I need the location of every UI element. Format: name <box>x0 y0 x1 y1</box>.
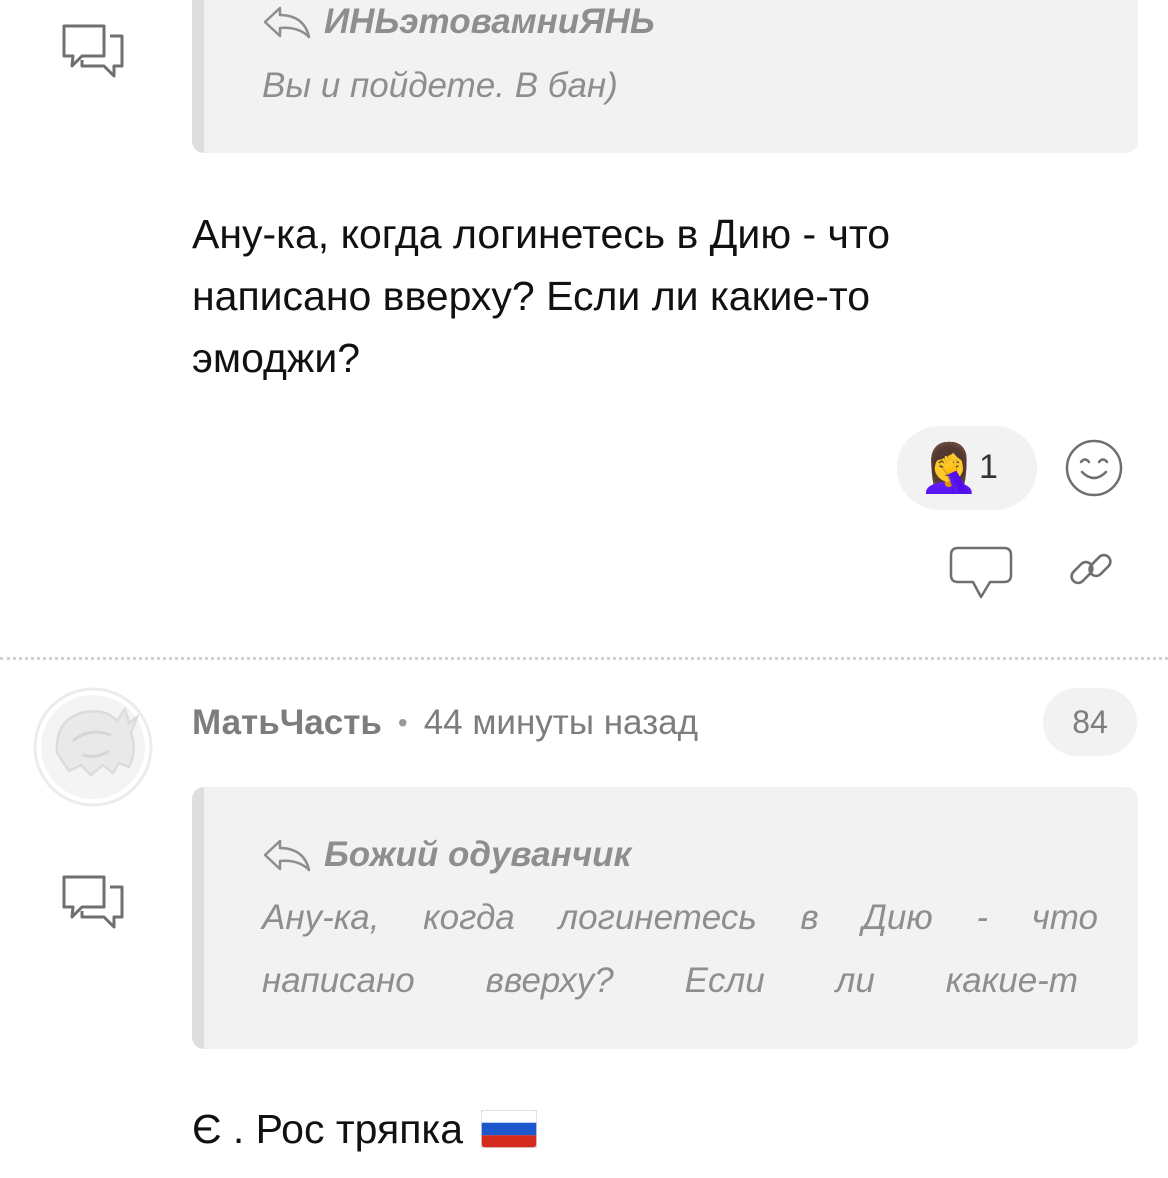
thread-bubbles-icon[interactable] <box>60 873 126 931</box>
quote-word: написано <box>262 961 415 1000</box>
comment-text: Є . Рос тряпка <box>192 1106 464 1152</box>
author-name[interactable]: МатьЧасть <box>192 700 382 746</box>
quote-word: вверху? <box>485 961 614 1000</box>
link-icon[interactable] <box>1066 544 1116 594</box>
comment-bubble-icon[interactable] <box>948 545 1014 601</box>
reply-arrow-icon <box>263 839 311 872</box>
quote-word: что <box>1031 898 1098 937</box>
quoted-comment[interactable]: Божий одуванчик Ану-ка, когда логинетесь… <box>192 787 1138 1049</box>
timestamp[interactable]: 44 минуты назад <box>424 700 698 746</box>
quote-word: Если <box>684 961 765 1000</box>
quote-word: когда <box>423 898 515 937</box>
ghost-avatar[interactable] <box>33 687 153 807</box>
meta-separator: • <box>397 707 408 738</box>
thread-bubbles-icon[interactable] <box>60 22 126 80</box>
comment-header: МатьЧасть • 44 минуты назад <box>192 700 698 746</box>
russia-flag-icon <box>481 1110 538 1148</box>
rating-badge[interactable]: 84 <box>1043 688 1137 756</box>
reply-arrow-icon <box>263 6 311 39</box>
facepalm-emoji: 🤦‍♀️ <box>919 440 979 496</box>
comment-body: Ану-ка, когда логинетесь в Дию - что нап… <box>192 203 890 389</box>
quoted-comment[interactable]: ИНЬэтовамниЯНЬ Вы и пойдете. В бан) <box>192 0 1138 153</box>
comment-line: эмоджи? <box>192 335 361 381</box>
quote-author: ИНЬэтовамниЯНЬ <box>262 2 655 42</box>
quote-word: - <box>976 898 988 937</box>
quote-word: Дию <box>862 898 933 937</box>
quote-text: Вы и пойдете. В бан) <box>262 66 618 105</box>
comment-line: Ану-ка, когда логинетесь в Дию - что <box>192 211 891 257</box>
quote-word: в <box>800 898 819 937</box>
quote-word: какие-т <box>945 961 1078 1000</box>
quote-text-line: написано вверху? Если ли какие-т <box>262 961 1078 1001</box>
smiley-icon[interactable] <box>1064 438 1124 498</box>
reaction-facepalm[interactable]: 🤦‍♀️ 1 <box>897 426 1037 510</box>
quote-author-name[interactable]: ИНЬэтовамниЯНЬ <box>324 2 655 42</box>
quote-text-line: Ану-ка, когда логинетесь в Дию - что <box>262 898 1098 938</box>
quote-word: логинетесь <box>558 898 757 937</box>
comment-divider <box>0 657 1168 660</box>
quote-word: ли <box>835 961 875 1000</box>
comment-line: написано вверху? Если ли какие-то <box>192 273 871 319</box>
reaction-count: 1 <box>979 448 998 486</box>
quote-author: Божий одуванчик <box>262 835 631 875</box>
quote-author-name[interactable]: Божий одуванчик <box>324 835 631 875</box>
quote-word: Ану-ка, <box>262 898 380 937</box>
comment-body: Є . Рос тряпка 🇷🇺 <box>192 1098 538 1160</box>
